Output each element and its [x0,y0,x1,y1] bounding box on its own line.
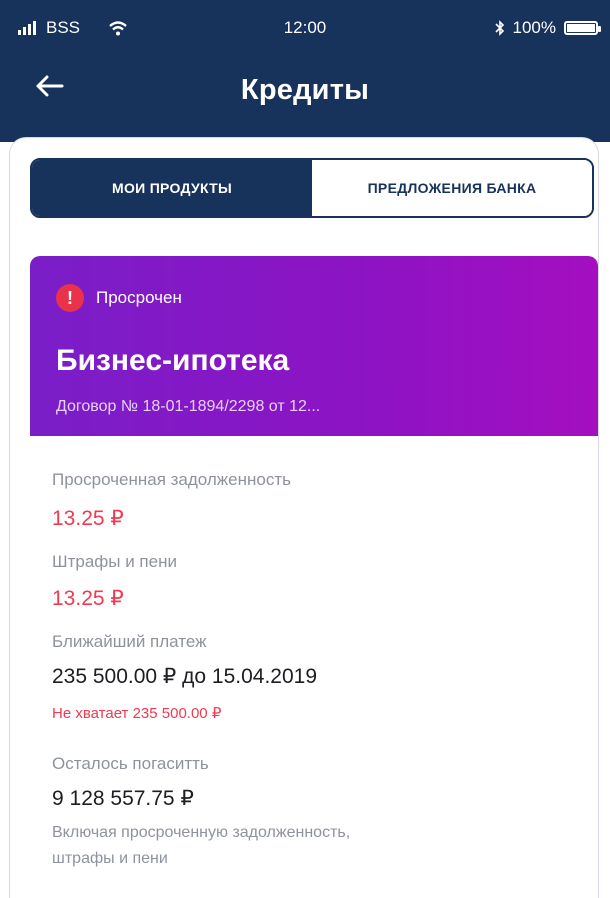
overdue-label: Просроченная задолженность [52,470,292,489]
remaining-note-line-2: штрафы и пени [52,850,168,867]
alert-icon: ! [56,284,84,312]
bluetooth-icon [494,20,504,36]
page-title: Кредиты [240,74,370,106]
contract-number: Договор № 18-01-1894/2298 от 12... [56,398,321,415]
shortfall-warning: Не хватает 235 500.00 ₽ [52,705,222,722]
loan-title: Бизнес-ипотека [56,344,290,377]
penalties-value: 13.25 ₽ [52,587,124,610]
loan-card[interactable]: ! Просрочен Бизнес-ипотека Договор № 18-… [30,256,598,436]
segmented-control: МОИ ПРОДУКТЫ ПРЕДЛОЖЕНИЯ БАНКА [30,158,594,218]
battery-percent: 100% [512,18,556,37]
battery-icon [564,21,601,35]
remaining-note-line-1: Включая просроченную задолженность, [52,824,351,841]
remaining-value: 9 128 557.75 ₽ [52,787,194,810]
remaining-note: Включая просроченную задолженность, штра… [52,820,350,872]
next-payment-value: 235 500.00 ₽ до 15.04.2019 [52,665,318,688]
status-label: Просрочен [96,288,182,307]
battery-info: 100% [494,18,601,38]
overdue-value: 13.25 ₽ [52,507,124,530]
next-payment-label: Ближайший платеж [52,632,207,651]
status-badge: ! Просрочен [56,284,182,312]
remaining-label: Осталось погаситть [52,754,209,773]
status-bar: BSS 12:00 100% [0,0,610,56]
tab-my-products[interactable]: МОИ ПРОДУКТЫ [32,160,312,216]
tab-bank-offers[interactable]: ПРЕДЛОЖЕНИЯ БАНКА [312,160,592,216]
penalties-label: Штрафы и пени [52,552,177,571]
